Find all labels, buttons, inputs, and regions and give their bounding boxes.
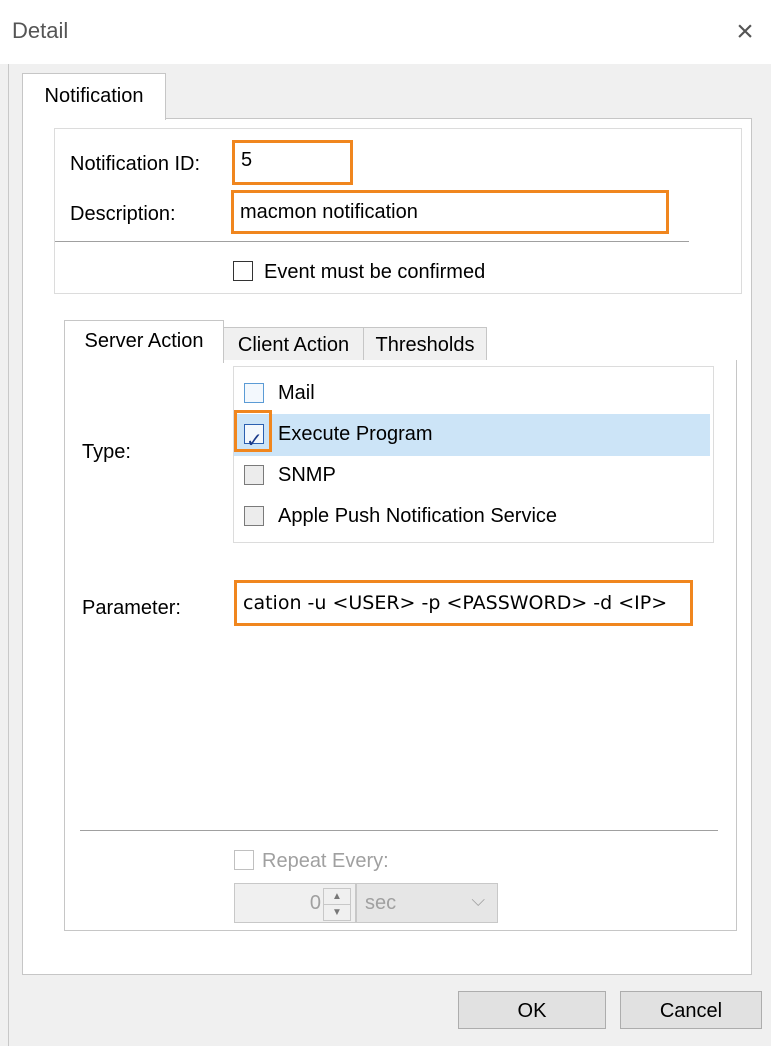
title-bar: Detail × bbox=[0, 0, 771, 64]
event-confirmed-label: Event must be confirmed bbox=[264, 261, 486, 283]
cancel-button[interactable]: Cancel bbox=[620, 991, 762, 1029]
description-label: Description: bbox=[70, 203, 176, 225]
ok-button[interactable]: OK bbox=[458, 991, 606, 1029]
spin-up-icon[interactable]: ▲ bbox=[323, 888, 351, 905]
tab-client-action[interactable]: Client Action bbox=[223, 327, 364, 362]
list-item-label: SNMP bbox=[278, 464, 336, 486]
spin-down-icon[interactable]: ▼ bbox=[323, 904, 351, 921]
list-item-execute-program[interactable]: ✓ Execute Program bbox=[234, 414, 710, 456]
description-field[interactable]: macmon notification bbox=[231, 190, 669, 234]
list-item-label: Execute Program bbox=[278, 423, 433, 445]
notification-id-label: Notification ID: bbox=[70, 153, 201, 175]
list-item-snmp[interactable]: SNMP bbox=[234, 455, 710, 497]
repeat-every-checkbox[interactable] bbox=[234, 850, 254, 870]
notification-id-field[interactable]: 5 bbox=[232, 140, 353, 185]
execute-program-highlight bbox=[234, 410, 272, 452]
repeat-unit: sec bbox=[365, 892, 397, 914]
divider bbox=[80, 830, 718, 831]
repeat-value-spinner[interactable]: 0 ▲ ▼ bbox=[234, 883, 356, 923]
repeat-unit-select[interactable]: sec ⌵ bbox=[356, 883, 498, 923]
list-item-apple-push[interactable]: Apple Push Notification Service bbox=[234, 496, 710, 538]
parameter-field[interactable]: cation -u <USER> -p <PASSWORD> -d <IP> bbox=[234, 580, 693, 626]
window-border bbox=[8, 64, 9, 1046]
divider bbox=[55, 241, 689, 242]
type-list: Mail ✓ Execute Program SNMP Apple Push N… bbox=[233, 366, 714, 543]
repeat-value: 0 bbox=[309, 892, 321, 914]
snmp-checkbox[interactable] bbox=[244, 465, 264, 485]
tab-notification[interactable]: Notification bbox=[22, 73, 166, 120]
parameter-label: Parameter: bbox=[82, 597, 181, 619]
event-confirmed-checkbox[interactable] bbox=[233, 261, 253, 281]
list-item-label: Apple Push Notification Service bbox=[278, 505, 558, 527]
tab-thresholds[interactable]: Thresholds bbox=[363, 327, 487, 362]
apple-push-checkbox[interactable] bbox=[244, 506, 264, 526]
close-icon[interactable]: × bbox=[725, 12, 765, 52]
list-item-label: Mail bbox=[278, 382, 315, 404]
mail-checkbox[interactable] bbox=[244, 383, 264, 403]
window-title: Detail bbox=[12, 18, 69, 43]
list-item-mail[interactable]: Mail bbox=[234, 373, 710, 415]
tab-server-action[interactable]: Server Action bbox=[64, 320, 224, 363]
type-label: Type: bbox=[82, 441, 131, 463]
chevron-down-icon: ⌵ bbox=[471, 890, 485, 910]
repeat-every-label: Repeat Every: bbox=[262, 850, 389, 872]
